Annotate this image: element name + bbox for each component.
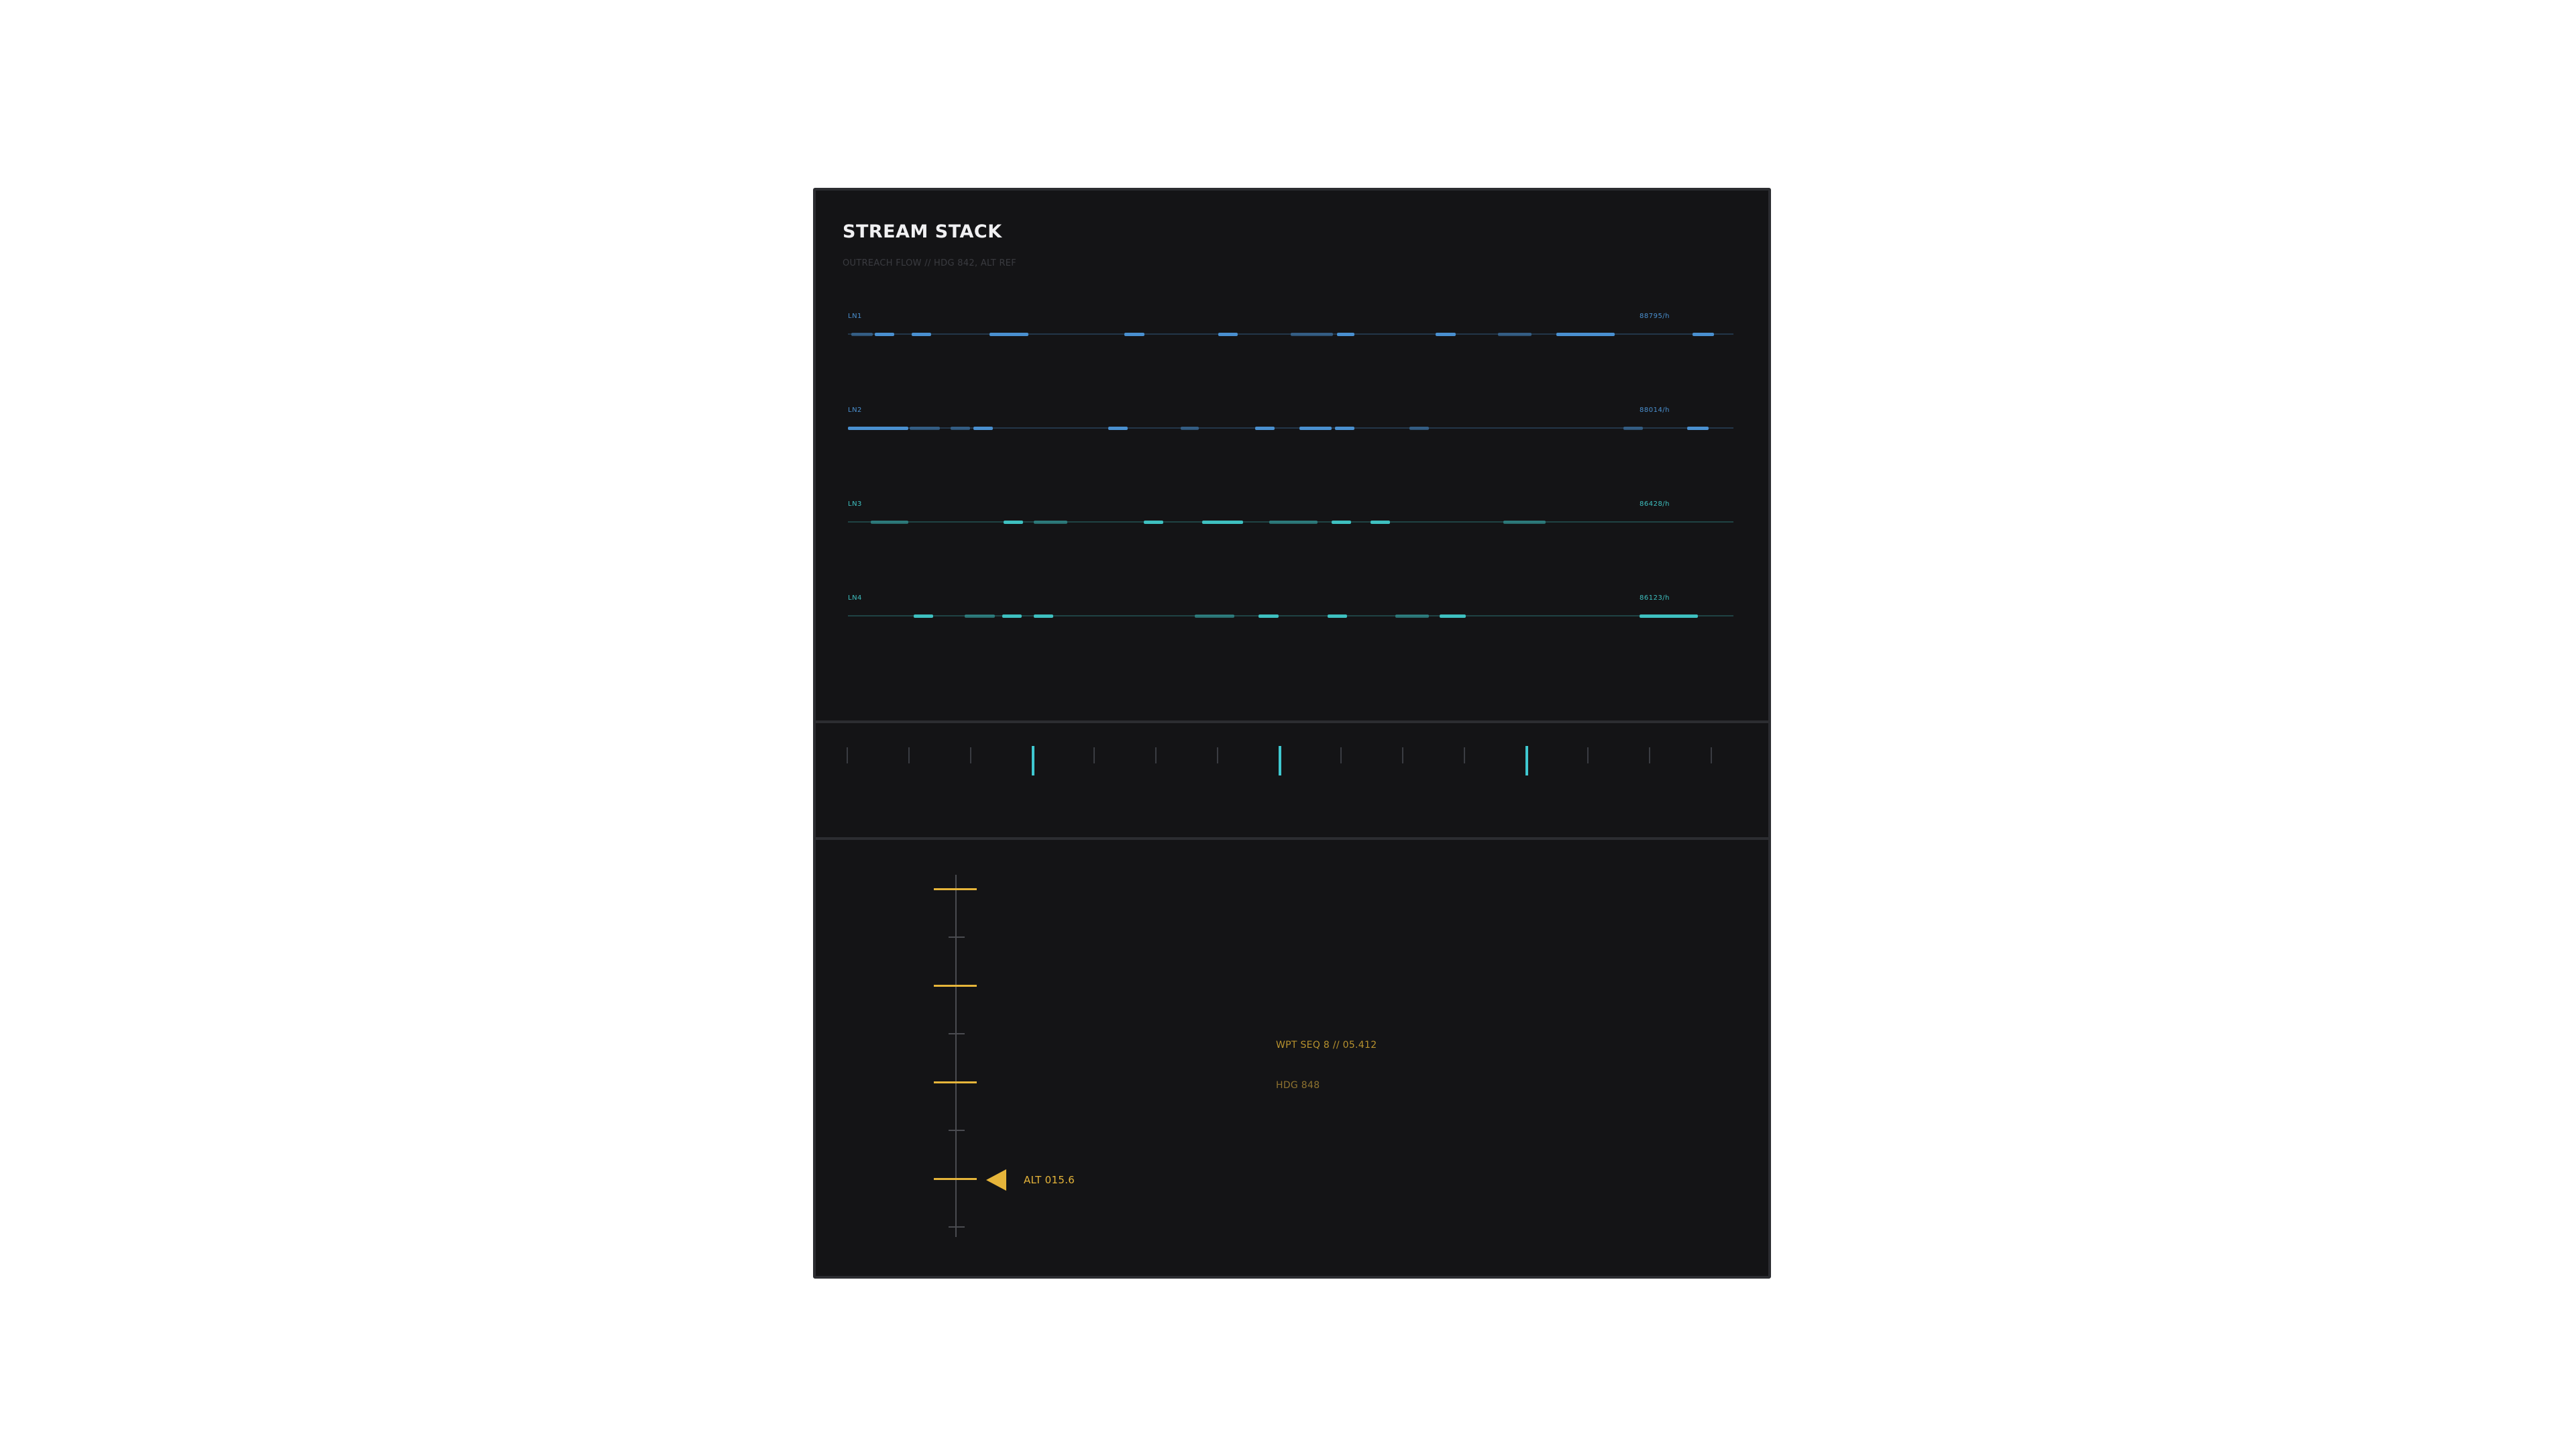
stream-segment bbox=[1336, 333, 1355, 336]
lane-1: LN1 88795/h bbox=[848, 313, 1733, 353]
altitude-major-tick bbox=[934, 888, 977, 890]
stream-segment bbox=[1299, 427, 1332, 430]
lane-rate: 88795/h bbox=[1640, 313, 1670, 320]
stream-segment bbox=[1640, 614, 1699, 618]
stream-segment bbox=[1335, 427, 1355, 430]
divider-bottom bbox=[816, 837, 1768, 840]
lane-rate: 86123/h bbox=[1640, 594, 1670, 602]
stream-segment bbox=[1439, 614, 1466, 618]
ruler-major-tick bbox=[1032, 746, 1034, 775]
stream-segment bbox=[1034, 521, 1068, 524]
stream-segment bbox=[965, 614, 996, 618]
panel-subtitle: OUTREACH FLOW // HDG 842, ALT REF bbox=[843, 258, 1017, 268]
stream-segment bbox=[989, 333, 1029, 336]
stream-segment bbox=[1409, 427, 1429, 430]
divider-top bbox=[816, 720, 1768, 723]
heading-readout: HDG 848 bbox=[1276, 1080, 1320, 1091]
stream-segment bbox=[1291, 333, 1334, 336]
altitude-minor-tick bbox=[949, 1130, 965, 1131]
stream-segment bbox=[973, 427, 994, 430]
stream-segment bbox=[1693, 333, 1714, 336]
stream-segment bbox=[851, 333, 873, 336]
altitude-minor-tick bbox=[949, 1033, 965, 1034]
stream-segment bbox=[1269, 521, 1318, 524]
ruler-tick bbox=[1155, 747, 1157, 763]
altitude-pointer-icon bbox=[986, 1169, 1006, 1191]
ruler-tick bbox=[908, 747, 910, 763]
stream-segment bbox=[1002, 614, 1022, 618]
stream-segment bbox=[871, 521, 908, 524]
ruler-major-tick bbox=[1525, 746, 1528, 775]
ruler-tick bbox=[1093, 747, 1095, 763]
stream-segment bbox=[1556, 333, 1615, 336]
ruler-tick bbox=[1711, 747, 1712, 763]
stream-segment bbox=[1687, 427, 1709, 430]
stream-segment bbox=[1255, 427, 1275, 430]
stream-segment bbox=[1503, 521, 1546, 524]
ruler-tick bbox=[1587, 747, 1589, 763]
stream-segment bbox=[1181, 427, 1199, 430]
altitude-minor-tick bbox=[949, 936, 965, 938]
ruler-tick bbox=[1464, 747, 1465, 763]
lane-rate: 86428/h bbox=[1640, 500, 1670, 508]
ruler-tick bbox=[1217, 747, 1218, 763]
lane-4: LN4 86123/h bbox=[848, 594, 1733, 635]
lane-rate: 88014/h bbox=[1640, 407, 1670, 414]
stream-segment bbox=[1328, 614, 1348, 618]
stream-segment bbox=[1034, 614, 1054, 618]
altitude-readout: ALT 015.6 bbox=[1024, 1174, 1075, 1186]
lane-label: LN1 bbox=[848, 313, 862, 320]
stream-segment bbox=[1370, 521, 1390, 524]
stream-segment bbox=[1124, 333, 1145, 336]
ruler-tick bbox=[1402, 747, 1403, 763]
waypoint-sequence: WPT SEQ 8 // 05.412 bbox=[1276, 1040, 1377, 1051]
panel-title: STREAM STACK bbox=[843, 221, 1002, 242]
stream-segment bbox=[1258, 614, 1279, 618]
stream-segment bbox=[1436, 333, 1456, 336]
stream-segment bbox=[874, 333, 894, 336]
stream-segment bbox=[1395, 614, 1429, 618]
stream-segment bbox=[1143, 521, 1163, 524]
lane-label: LN3 bbox=[848, 500, 862, 508]
ruler-major-tick bbox=[1279, 746, 1281, 775]
altitude-major-tick bbox=[934, 1081, 977, 1083]
stream-segment bbox=[1218, 333, 1238, 336]
ruler-tick bbox=[1340, 747, 1342, 763]
stream-segment bbox=[1195, 614, 1234, 618]
lane-label: LN2 bbox=[848, 407, 862, 414]
stream-segment bbox=[1202, 521, 1243, 524]
stream-segment bbox=[1497, 333, 1532, 336]
altitude-major-tick bbox=[934, 985, 977, 987]
stream-segment bbox=[951, 427, 971, 430]
stream-segment bbox=[848, 427, 908, 430]
ruler-tick bbox=[1649, 747, 1650, 763]
altitude-major-tick bbox=[934, 1178, 977, 1180]
stream-segment bbox=[1004, 521, 1024, 524]
lane-label: LN4 bbox=[848, 594, 862, 602]
stream-segment bbox=[1108, 427, 1128, 430]
altitude-axis bbox=[955, 875, 957, 1237]
stream-segment bbox=[1623, 427, 1644, 430]
stream-stack-panel: STREAM STACK OUTREACH FLOW // HDG 842, A… bbox=[813, 188, 1771, 1279]
altitude-minor-tick bbox=[949, 1226, 965, 1228]
lane-2: LN2 88014/h bbox=[848, 407, 1733, 447]
stream-segment bbox=[1331, 521, 1351, 524]
ruler-tick bbox=[847, 747, 848, 763]
stream-segment bbox=[912, 333, 932, 336]
ruler-tick bbox=[970, 747, 971, 763]
stream-segment bbox=[910, 427, 941, 430]
stream-segment bbox=[913, 614, 933, 618]
lane-3: LN3 86428/h bbox=[848, 500, 1733, 541]
